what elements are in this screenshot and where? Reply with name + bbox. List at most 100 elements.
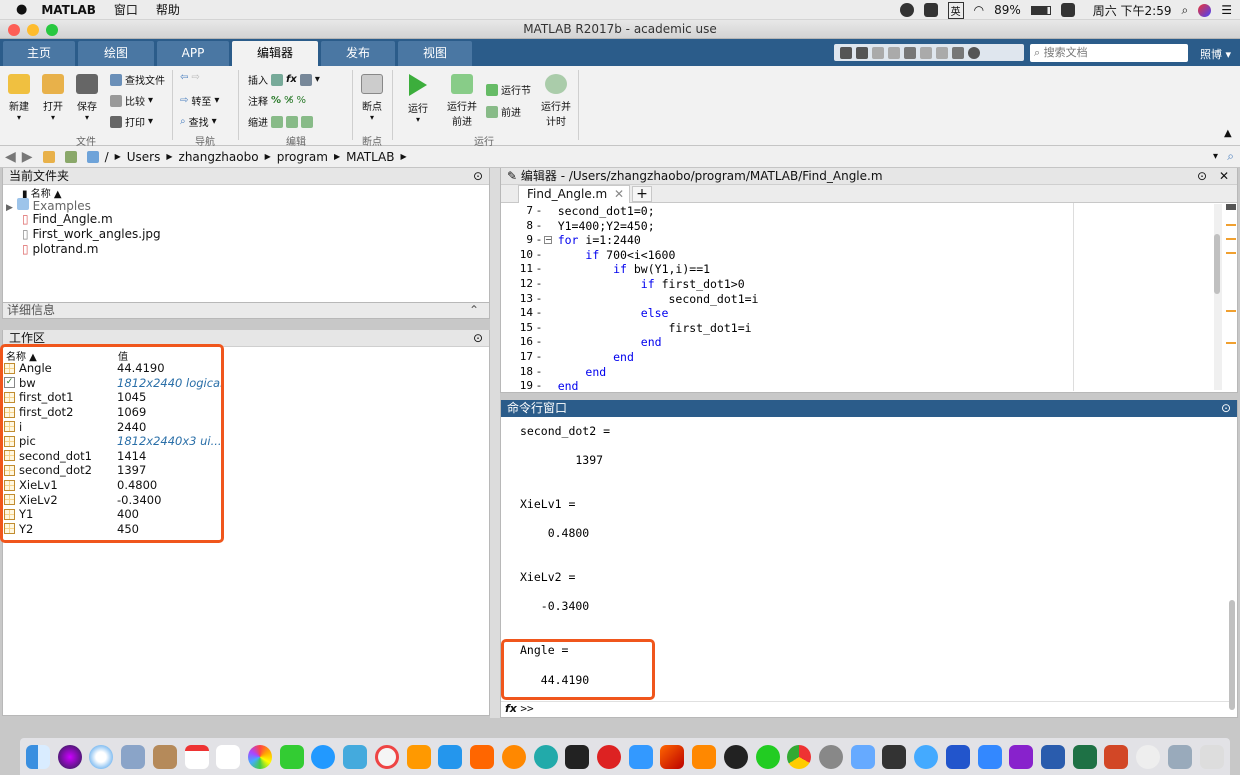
panel-menu-icon[interactable]: ⊙ [1221, 400, 1231, 417]
launchpad-icon[interactable] [1136, 744, 1161, 769]
calendar-icon[interactable] [184, 744, 209, 769]
path-dropdown-icon[interactable]: ▾ [1213, 151, 1218, 162]
paste-icon[interactable] [904, 46, 916, 59]
screen-sharing-icon[interactable] [850, 744, 875, 769]
line-number[interactable]: 7 [503, 204, 533, 217]
line-number[interactable]: 17 [503, 350, 533, 363]
search-docs-input[interactable]: ⌕ 搜索文档 [1030, 44, 1188, 62]
code-line[interactable]: second_dot1=0; [530, 204, 655, 218]
file-manager-icon[interactable] [1167, 744, 1192, 769]
code-line[interactable]: if first_dot1>0 [530, 277, 745, 291]
print-button[interactable]: 打印 ▾ [110, 114, 153, 129]
line-number[interactable]: 13 [503, 292, 533, 305]
code-analyzer-bar[interactable] [1226, 204, 1236, 390]
line-number[interactable]: 8 [503, 219, 533, 232]
word-icon[interactable] [1041, 744, 1065, 769]
netease-music-icon[interactable] [596, 744, 621, 769]
help-icon[interactable] [968, 46, 980, 59]
reminders-icon[interactable] [216, 744, 241, 769]
trash-icon[interactable] [1199, 744, 1224, 769]
tab-publish[interactable]: 发布 [321, 41, 395, 66]
code-line[interactable]: first_dot1=i [530, 321, 751, 335]
telegram-icon[interactable] [533, 744, 558, 769]
menu-window[interactable]: 窗口 [114, 1, 138, 18]
breakpoints-button[interactable]: 断点 ▾ [358, 74, 386, 122]
copy-icon[interactable] [888, 46, 900, 59]
browse-folder-icon[interactable] [64, 150, 77, 163]
command-scrollbar[interactable] [1229, 418, 1237, 716]
battery-icon[interactable] [1030, 5, 1051, 15]
save-icon[interactable] [856, 46, 868, 59]
safari-icon[interactable] [89, 744, 114, 769]
back-icon[interactable]: ◀ [5, 149, 16, 165]
collapse-icon[interactable]: ⌃ [469, 303, 479, 318]
tab-apps[interactable]: APP [157, 41, 229, 66]
close-tab-icon[interactable]: ✕ [614, 186, 624, 203]
photos-icon[interactable] [248, 744, 273, 769]
details-panel-header[interactable]: 详细信息 ⌃ [2, 302, 490, 319]
redo-icon[interactable] [936, 46, 948, 59]
xcode-icon[interactable] [628, 744, 653, 769]
line-number[interactable]: 11 [503, 262, 533, 275]
vertical-splitter[interactable] [490, 168, 500, 718]
collapse-ribbon-icon[interactable]: ▲ [1224, 128, 1232, 139]
editor-tab-find-angle[interactable]: Find_Angle.m ✕ [518, 185, 630, 203]
up-folder-icon[interactable] [42, 150, 55, 163]
contacts-icon[interactable] [152, 744, 177, 769]
editor-scrollbar[interactable] [1214, 204, 1222, 390]
excel-icon[interactable] [1072, 744, 1097, 769]
books-icon[interactable] [501, 744, 526, 769]
tab-editor[interactable]: 编辑器 [232, 41, 318, 66]
line-number[interactable]: 14 [503, 306, 533, 319]
tab-view[interactable]: 视图 [398, 41, 472, 66]
docker-icon[interactable] [438, 744, 463, 769]
line-number[interactable]: 15 [503, 321, 533, 334]
code-line[interactable]: end [530, 379, 579, 393]
save-button[interactable]: 保存 ▾ [74, 74, 100, 122]
line-number[interactable]: 10 [503, 248, 533, 261]
music-icon[interactable] [374, 744, 399, 769]
undo-icon[interactable] [920, 46, 932, 59]
expand-icon[interactable]: ▶ [6, 203, 13, 213]
find-files-button[interactable]: 查找文件 [110, 72, 165, 87]
line-number[interactable]: 19 [503, 379, 533, 392]
path-user[interactable]: zhangzhaobo [179, 150, 259, 164]
indent-button[interactable]: 缩进 [248, 114, 313, 129]
wechat-icon[interactable] [755, 744, 780, 769]
new-tab-button[interactable]: + [632, 186, 652, 202]
notification-center-icon[interactable]: ☰ [1221, 3, 1232, 17]
forward-icon[interactable]: ▶ [22, 149, 33, 165]
goto-button[interactable]: ⇨ 转至 ▾ [180, 93, 219, 108]
code-line[interactable]: Y1=400;Y2=450; [530, 219, 655, 233]
powerpoint-icon[interactable] [1104, 744, 1129, 769]
comment-button[interactable]: 注释% %̸% [248, 93, 306, 108]
code-fold-icon[interactable]: − [544, 236, 552, 244]
sync-icon[interactable] [1060, 3, 1075, 17]
apple-icon[interactable]: ● [16, 2, 27, 17]
sublime-icon[interactable] [692, 744, 717, 769]
keynote-icon[interactable] [343, 744, 368, 769]
insert-button[interactable]: 插入 fx ▾ [248, 72, 320, 87]
path-program[interactable]: program [277, 150, 328, 164]
panel-menu-icon[interactable]: ⊙ [473, 168, 483, 185]
terminal-icon[interactable] [565, 744, 590, 769]
pages-icon[interactable] [406, 744, 431, 769]
run-button[interactable]: 运行 ▾ [404, 74, 432, 124]
code-line[interactable]: end [530, 335, 662, 349]
fx-icon[interactable]: fx [505, 702, 517, 715]
line-number[interactable]: 18 [503, 365, 533, 378]
matlab-icon[interactable] [660, 744, 685, 769]
close-window-button[interactable] [8, 24, 20, 36]
numbers-icon[interactable] [279, 744, 304, 769]
compare-button[interactable]: 比较 ▾ [110, 93, 153, 108]
back-forward-nav[interactable]: ⇦ ⇨ [180, 72, 200, 83]
chrome-icon[interactable] [787, 744, 812, 769]
onenote-icon[interactable] [1009, 744, 1034, 769]
notification-icon[interactable] [899, 3, 914, 17]
siri-icon[interactable] [57, 744, 82, 769]
code-line[interactable]: else [530, 306, 669, 320]
finder-icon[interactable] [26, 744, 50, 769]
run-section-button[interactable]: 运行节 [486, 82, 531, 97]
advance-button[interactable]: 前进 [486, 104, 521, 119]
tab-home[interactable]: 主页 [3, 41, 75, 66]
